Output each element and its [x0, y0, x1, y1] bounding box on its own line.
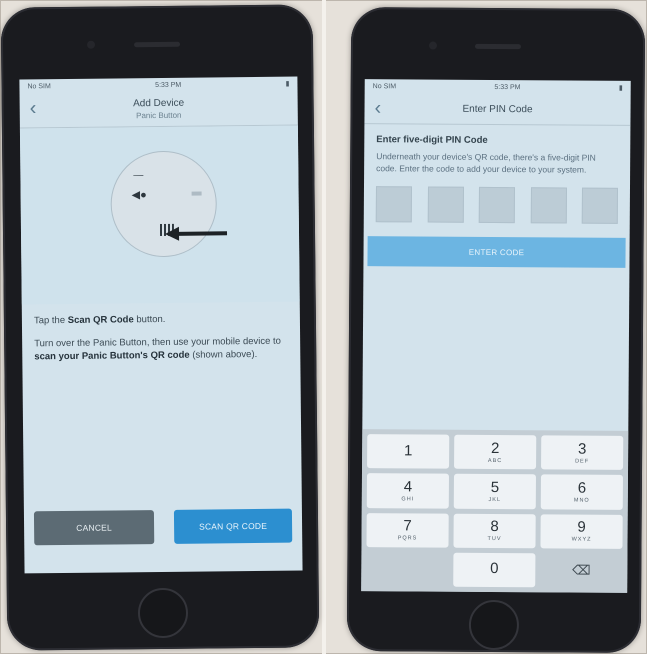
battery-icon: ▮	[285, 80, 290, 88]
key-6[interactable]: 6 MNO	[540, 474, 623, 510]
key-3[interactable]: 3 DEF	[541, 435, 624, 471]
earpiece	[474, 43, 521, 50]
instructions: Tap the Scan QR Code button. Turn over t…	[22, 302, 301, 364]
key-8[interactable]: 8 TUV	[453, 513, 536, 549]
nav-bar: ‹ Add Device Panic Button	[19, 90, 298, 129]
key-9[interactable]: 9 WXYZ	[540, 513, 623, 549]
key-7[interactable]: 7 PQRS	[366, 512, 449, 548]
pin-digit-box-4[interactable]	[530, 187, 567, 224]
panic-button-illustration: — ◀●	[19, 125, 300, 305]
cancel-button[interactable]: CANCEL	[33, 510, 155, 546]
home-button[interactable]	[137, 587, 189, 639]
enter-code-button[interactable]: ENTER CODE	[367, 236, 626, 268]
nav-bar: ‹ Enter PIN Code	[364, 93, 631, 126]
left-phone: No SIM 5:33 PM ▮ ‹ Add Device Panic Butt…	[0, 4, 320, 651]
pin-digit-box-3[interactable]	[478, 186, 515, 224]
pin-instructions: Enter five-digit PIN Code Underneath you…	[364, 124, 630, 184]
pin-heading: Enter five-digit PIN Code	[376, 134, 488, 146]
battery-icon: ▮	[618, 84, 623, 92]
key-5[interactable]: 5 JKL	[453, 473, 536, 509]
page-subtitle: Panic Button	[136, 110, 182, 121]
key-2[interactable]: 2 ABC	[454, 434, 537, 470]
pointer-arrow-icon	[164, 226, 228, 241]
numeric-keypad: 1 2 ABC 3 DEF 4 GHI 5 JKL 6 MNO 7 PQRS 8 TUV 9W…	[361, 429, 629, 593]
delete-key-icon[interactable]: ⌫	[540, 553, 622, 588]
label-mark	[191, 191, 202, 196]
dash-mark: —	[133, 170, 144, 182]
scan-qr-code-button[interactable]: SCAN QR CODE	[173, 508, 293, 544]
enter-pin-screen: No SIM 5:33 PM ▮ ‹ Enter PIN Code Enter …	[361, 79, 631, 593]
status-time: 5:33 PM	[155, 81, 182, 89]
back-chevron-icon[interactable]: ‹	[30, 97, 37, 120]
home-button[interactable]	[468, 599, 520, 651]
pin-description: Underneath your device's QR code, there'…	[376, 151, 596, 175]
back-chevron-icon[interactable]: ‹	[374, 97, 381, 120]
key-1[interactable]: 1	[367, 434, 450, 469]
key-4[interactable]: 4 GHI	[366, 473, 449, 509]
status-time: 5:33 PM	[494, 83, 521, 91]
instruction-step-2: Turn over the Panic Button, then use you…	[34, 335, 282, 363]
page-title: Add Device	[133, 97, 185, 110]
front-camera	[428, 41, 438, 50]
right-phone: No SIM 5:33 PM ▮ ‹ Enter PIN Code Enter …	[346, 6, 646, 654]
add-device-screen: No SIM 5:33 PM ▮ ‹ Add Device Panic Butt…	[19, 76, 303, 574]
carrier-label: No SIM	[372, 82, 397, 90]
pin-digit-box-2[interactable]	[427, 186, 464, 223]
page-title: Enter PIN Code	[462, 103, 533, 116]
earpiece	[134, 41, 181, 48]
carrier-label: No SIM	[27, 82, 51, 90]
key-0[interactable]: 0	[453, 552, 536, 588]
panic-button-back-image: — ◀●	[110, 150, 218, 258]
action-buttons: CANCEL SCAN QR CODE	[33, 508, 293, 546]
pin-digit-box-5[interactable]	[581, 187, 618, 224]
pin-digit-box-1[interactable]	[375, 186, 413, 223]
pin-entry	[364, 182, 630, 238]
photo-divider	[322, 0, 326, 654]
front-camera	[86, 40, 96, 49]
key-empty	[366, 552, 448, 587]
speaker-icon: ◀●	[131, 189, 147, 202]
instruction-step-1: Tap the Scan QR Code button.	[33, 313, 166, 327]
